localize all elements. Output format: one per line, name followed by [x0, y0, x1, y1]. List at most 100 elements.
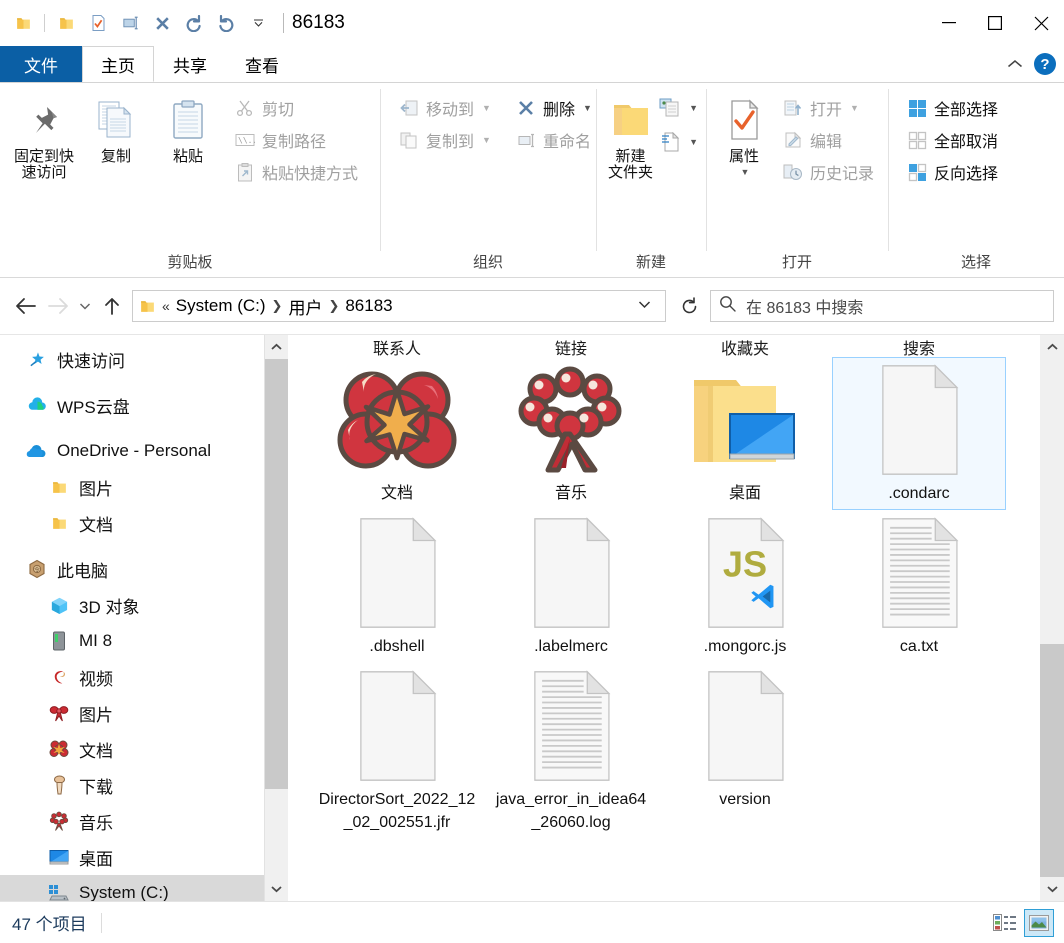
js-vscode-file-icon: JS [697, 517, 793, 629]
paste-button[interactable]: 粘贴 [152, 89, 224, 166]
sidebar-item-music[interactable]: 音乐 [0, 803, 288, 839]
invert-selection-button[interactable]: 反向选择 [902, 157, 1004, 187]
file-item-ca-txt[interactable]: ca.txt [832, 510, 1006, 663]
address-dropdown-icon[interactable] [630, 300, 659, 312]
breadcrumb-item-86183[interactable]: 86183 [345, 296, 392, 316]
close-button[interactable] [1018, 0, 1064, 46]
chevron-down-icon[interactable]: ▼ [689, 103, 698, 113]
copy-path-button[interactable]: \\... 复制路径 [230, 125, 364, 155]
scroll-up-icon[interactable] [1040, 335, 1064, 359]
content-scrollbar[interactable] [1040, 335, 1064, 901]
sidebar-scroll-track[interactable] [265, 359, 288, 877]
sidebar-item-videos[interactable]: 视频 [0, 659, 288, 695]
new-item-button[interactable]: ▼ [659, 129, 698, 155]
breadcrumb-item-users[interactable]: 用户 [288, 294, 322, 319]
sidebar-item-onedrive-pictures[interactable]: 图片 [0, 469, 288, 505]
sidebar-item-label: WPS云盘 [57, 397, 130, 417]
chevron-down-icon[interactable]: ▼ [689, 137, 698, 147]
open-button[interactable]: 打开 ▼ [778, 93, 880, 123]
file-item-java-error-log[interactable]: java_error_in_idea64_26060.log [484, 663, 658, 839]
sidebar-scroll-thumb[interactable] [265, 359, 288, 789]
file-item-mongorc-js[interactable]: JS .mongorc.js [658, 510, 832, 663]
file-item-desktop[interactable]: 桌面 [658, 357, 832, 510]
chevron-down-icon[interactable]: ▼ [850, 103, 859, 113]
new-folder-button[interactable]: 新建 文件夹 [602, 89, 659, 182]
maximize-button[interactable] [972, 0, 1018, 46]
sidebar-item-system-c[interactable]: System (C:) [0, 875, 288, 901]
copy-to-button[interactable]: 复制到 ▼ [394, 125, 497, 155]
chevron-down-icon[interactable]: ▼ [482, 103, 491, 113]
large-icons-view-button[interactable] [1024, 908, 1054, 937]
chevron-down-icon[interactable]: ▼ [741, 167, 750, 177]
undo-icon[interactable] [211, 6, 241, 40]
select-all-button[interactable]: 全部选择 [902, 93, 1004, 123]
sidebar-item-this-pc[interactable]: 令 此电脑 [0, 551, 288, 587]
refresh-button[interactable] [672, 290, 706, 322]
help-button[interactable]: ? [1034, 53, 1056, 75]
select-none-button[interactable]: 全部取消 [902, 125, 1004, 155]
breadcrumb-overflow[interactable]: « [162, 298, 170, 314]
scroll-down-icon[interactable] [1040, 877, 1064, 901]
easy-access-button[interactable]: ▼ [659, 95, 698, 121]
folder-icon[interactable] [8, 6, 38, 40]
rename-icon[interactable] [115, 6, 145, 40]
sidebar-item-desktop[interactable]: 桌面 [0, 839, 288, 875]
back-button[interactable] [10, 290, 42, 322]
file-item-version[interactable]: version [658, 663, 832, 839]
sidebar-item-mi8[interactable]: MI 8 [0, 623, 288, 659]
file-item-directorsort-jfr[interactable]: DirectorSort_2022_12_02_002551.jfr [310, 663, 484, 839]
up-button[interactable] [96, 290, 128, 322]
content-scroll-thumb[interactable] [1040, 643, 1064, 877]
file-item-condarc[interactable]: .condarc [832, 357, 1006, 510]
sidebar-item-3d-objects[interactable]: 3D 对象 [0, 587, 288, 623]
file-item-dbshell[interactable]: .dbshell [310, 510, 484, 663]
history-button[interactable]: 历史记录 [778, 157, 880, 187]
tab-file[interactable]: 文件 [0, 46, 82, 82]
folder-icon[interactable] [51, 6, 81, 40]
sidebar-item-documents[interactable]: 文档 [0, 731, 288, 767]
chevron-up-icon[interactable] [1006, 55, 1024, 73]
file-item-music[interactable]: 音乐 [484, 357, 658, 510]
properties-button[interactable]: 属性 ▼ [716, 89, 772, 177]
delete-icon[interactable] [147, 6, 177, 40]
file-list-pane[interactable]: 联系人 链接 收藏夹 搜索 文档 音乐 桌面 .condarc .dbshell… [288, 335, 1064, 901]
file-item-documents[interactable]: 文档 [310, 357, 484, 510]
sidebar-item-downloads[interactable]: 下载 [0, 767, 288, 803]
paste-shortcut-button[interactable]: 粘贴快捷方式 [230, 157, 364, 187]
recent-locations-button[interactable] [74, 290, 96, 322]
chevron-right-icon[interactable]: ❯ [328, 298, 339, 314]
breadcrumb-item-system-c[interactable]: System (C:) [176, 296, 266, 316]
move-to-button[interactable]: 移动到 ▼ [394, 93, 497, 123]
sidebar-item-onedrive[interactable]: OneDrive - Personal [0, 433, 288, 469]
properties-checkmark-icon[interactable] [83, 6, 113, 40]
delete-button[interactable]: 删除 ▼ [511, 93, 598, 123]
cut-button[interactable]: 剪切 [230, 93, 364, 123]
sidebar-scrollbar[interactable] [264, 335, 288, 901]
minimize-button[interactable] [926, 0, 972, 46]
copy-button[interactable]: 复制 [80, 89, 152, 166]
tab-view[interactable]: 查看 [226, 46, 298, 82]
tab-home[interactable]: 主页 [82, 46, 154, 82]
forward-button[interactable] [42, 290, 74, 322]
chevron-down-icon[interactable]: ▼ [583, 103, 592, 113]
sidebar-item-onedrive-documents[interactable]: 文档 [0, 505, 288, 541]
details-view-button[interactable] [990, 909, 1020, 937]
customize-dropdown-icon[interactable] [243, 6, 273, 40]
pin-to-quick-access-button[interactable]: 固定到快 速访问 [8, 89, 80, 182]
redo-icon[interactable] [179, 6, 209, 40]
tab-share[interactable]: 共享 [154, 46, 226, 82]
search-box[interactable]: 在 86183 中搜索 [710, 290, 1054, 322]
chevron-right-icon[interactable]: ❯ [272, 298, 283, 314]
sidebar-item-quick-access[interactable]: 快速访问 [0, 341, 288, 377]
scroll-up-icon[interactable] [265, 335, 288, 359]
sidebar-item-pictures[interactable]: 图片 [0, 695, 288, 731]
search-input[interactable]: 在 86183 中搜索 [746, 294, 863, 318]
chevron-down-icon[interactable]: ▼ [482, 135, 491, 145]
scroll-down-icon[interactable] [265, 877, 288, 901]
rename-button[interactable]: 重命名 [511, 125, 598, 155]
edit-button[interactable]: 编辑 [778, 125, 880, 155]
content-scroll-track[interactable] [1040, 359, 1064, 877]
file-item-labelmerc[interactable]: .labelmerc [484, 510, 658, 663]
sidebar-item-wps-cloud[interactable]: WPS云盘 [0, 387, 288, 423]
breadcrumb-bar[interactable]: « System (C:) ❯ 用户 ❯ 86183 [132, 290, 666, 322]
